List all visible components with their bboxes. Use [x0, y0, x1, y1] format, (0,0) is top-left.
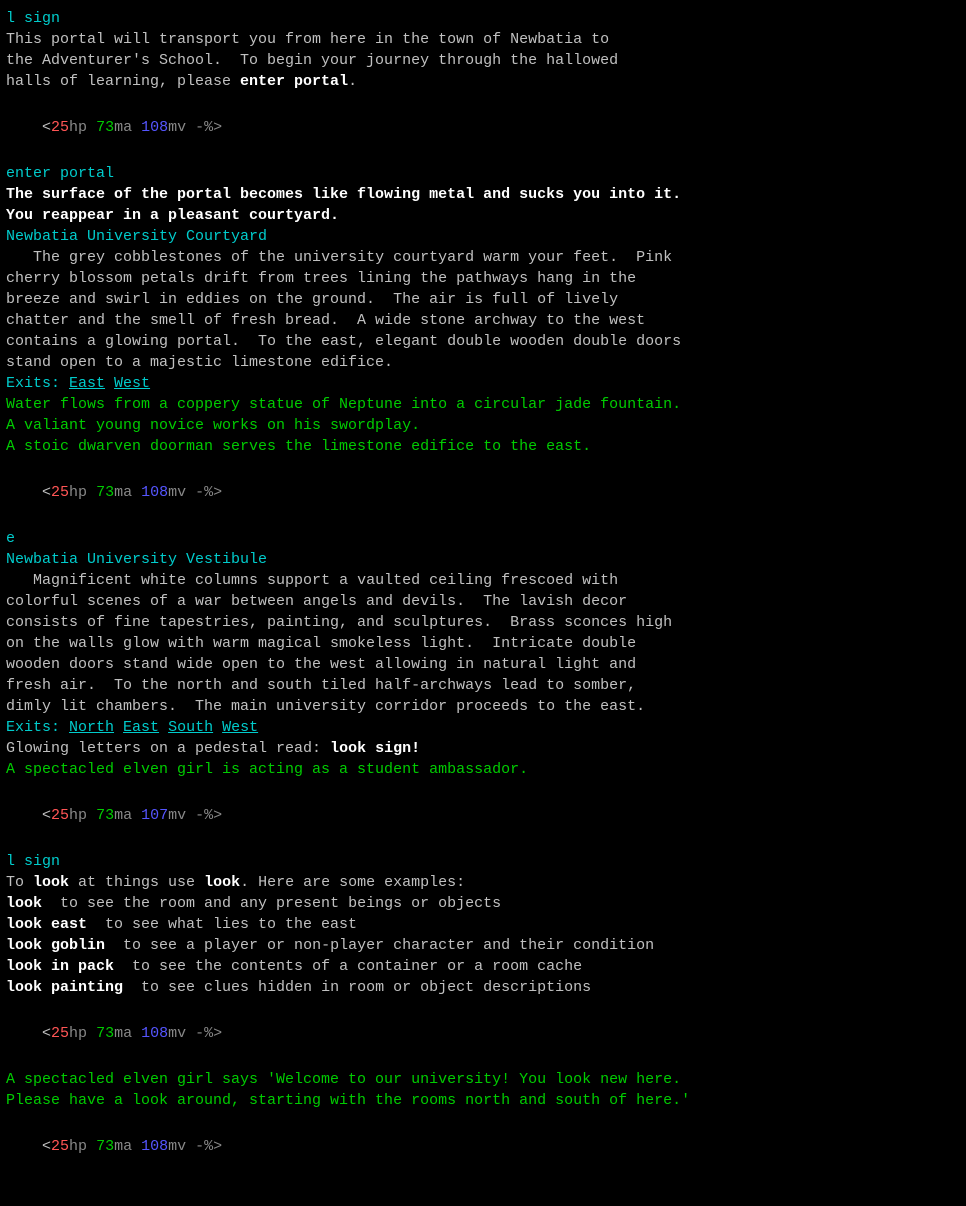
ma-label-5: ma [114, 1138, 141, 1155]
mv-label: mv -%> [168, 119, 222, 136]
look-keyword-1: look [33, 874, 69, 891]
prompt-1: <25hp 73ma 108mv -%> [6, 96, 960, 159]
command-l-sign: l sign [6, 8, 960, 29]
block-5: A spectacled elven girl says 'Welcome to… [6, 1069, 960, 1111]
exits-label: Exits: [6, 375, 69, 392]
look-example-look: look to see the room and any present bei… [6, 893, 960, 914]
portal-effect-2: You reappear in a pleasant courtyard. [6, 205, 960, 226]
exit-west-vestibule[interactable]: West [222, 719, 258, 736]
elven-girl-speech-2: Please have a look around, starting with… [6, 1090, 960, 1111]
exits-courtyard: Exits: East West [6, 373, 960, 394]
exit-south-vestibule[interactable]: South [168, 719, 213, 736]
desc-vestibule-3: consists of fine tapestries, painting, a… [6, 612, 960, 633]
sign-line: Glowing letters on a pedestal read: look… [6, 738, 960, 759]
mv-value: 108 [141, 119, 168, 136]
ma-value: 73 [96, 119, 114, 136]
desc-courtyard-6: stand open to a majestic limestone edifi… [6, 352, 960, 373]
look-example-pack: look in pack to see the contents of a co… [6, 956, 960, 977]
desc-fountain: Water flows from a coppery statue of Nep… [6, 394, 960, 415]
desc-vestibule-4: on the walls glow with warm magical smok… [6, 633, 960, 654]
exit-east-vestibule[interactable]: East [123, 719, 159, 736]
desc-vestibule-2: colorful scenes of a war between angels … [6, 591, 960, 612]
exit-north-vestibule[interactable]: North [69, 719, 114, 736]
ma-label-2: ma [114, 484, 141, 501]
mv-value-3: 107 [141, 807, 168, 824]
desc-doorman: A stoic dwarven doorman serves the limes… [6, 436, 960, 457]
mv-value-4: 108 [141, 1025, 168, 1042]
exits-label-v: Exits: [6, 719, 69, 736]
command-l-sign-2: l sign [6, 851, 960, 872]
look-cmd-3: look goblin [6, 937, 105, 954]
block-2: enter portal The surface of the portal b… [6, 163, 960, 457]
hp-value-5: 25 [51, 1138, 69, 1155]
block-3: e Newbatia University Vestibule Magnific… [6, 528, 960, 780]
look-help-intro: To look at things use look. Here are som… [6, 872, 960, 893]
hp-label: hp [69, 119, 96, 136]
prompt-3: <25hp 73ma 107mv -%> [6, 784, 960, 847]
ma-label: ma [114, 119, 141, 136]
command-e: e [6, 528, 960, 549]
hp-value-2: 25 [51, 484, 69, 501]
hp-label-4: hp [69, 1025, 96, 1042]
desc-courtyard-3: breeze and swirl in eddies on the ground… [6, 289, 960, 310]
desc-courtyard-4: chatter and the smell of fresh bread. A … [6, 310, 960, 331]
ma-value-4: 73 [96, 1025, 114, 1042]
hp-label-3: hp [69, 807, 96, 824]
desc-vestibule-6: fresh air. To the north and south tiled … [6, 675, 960, 696]
hp-label-5: hp [69, 1138, 96, 1155]
sign-command: look sign! [330, 740, 420, 757]
mv-value-2: 108 [141, 484, 168, 501]
hp-value-3: 25 [51, 807, 69, 824]
desc-vestibule-1: Magnificent white columns support a vaul… [6, 570, 960, 591]
prompt-4: <25hp 73ma 108mv -%> [6, 1002, 960, 1065]
look-cmd-4: look in pack [6, 958, 114, 975]
terminal-output: l sign This portal will transport you fr… [6, 8, 960, 1178]
ma-label-4: ma [114, 1025, 141, 1042]
desc-vestibule-7: dimly lit chambers. The main university … [6, 696, 960, 717]
ma-value-3: 73 [96, 807, 114, 824]
look-cmd-1: look [6, 895, 42, 912]
enter-portal-text: enter portal [240, 73, 348, 90]
desc-vestibule-5: wooden doors stand wide open to the west… [6, 654, 960, 675]
desc-courtyard-5: contains a glowing portal. To the east, … [6, 331, 960, 352]
ma-value-2: 73 [96, 484, 114, 501]
look-example-east: look east to see what lies to the east [6, 914, 960, 935]
command-enter-portal: enter portal [6, 163, 960, 184]
hp-label-2: hp [69, 484, 96, 501]
look-example-goblin: look goblin to see a player or non-playe… [6, 935, 960, 956]
block-1: l sign This portal will transport you fr… [6, 8, 960, 92]
line-portal-2: the Adventurer's School. To begin your j… [6, 50, 960, 71]
exit-east-courtyard[interactable]: East [69, 375, 105, 392]
block-4: l sign To look at things use look. Here … [6, 851, 960, 998]
room-name-courtyard: Newbatia University Courtyard [6, 226, 960, 247]
desc-novice: A valiant young novice works on his swor… [6, 415, 960, 436]
line-portal-3: halls of learning, please enter portal. [6, 71, 960, 92]
mv-value-5: 108 [141, 1138, 168, 1155]
look-cmd-2: look east [6, 916, 87, 933]
desc-courtyard-2: cherry blossom petals drift from trees l… [6, 268, 960, 289]
exit-west-courtyard[interactable]: West [114, 375, 150, 392]
ma-value-5: 73 [96, 1138, 114, 1155]
mv-label-3: mv -%> [168, 807, 222, 824]
look-keyword-2: look [204, 874, 240, 891]
line-portal-1: This portal will transport you from here… [6, 29, 960, 50]
mv-label-4: mv -%> [168, 1025, 222, 1042]
prompt-5: <25hp 73ma 108mv -%> [6, 1115, 960, 1178]
mv-label-5: mv -%> [168, 1138, 222, 1155]
room-name-vestibule: Newbatia University Vestibule [6, 549, 960, 570]
look-example-painting: look painting to see clues hidden in roo… [6, 977, 960, 998]
prompt-2: <25hp 73ma 108mv -%> [6, 461, 960, 524]
elven-girl-speech-1: A spectacled elven girl says 'Welcome to… [6, 1069, 960, 1090]
desc-elven-girl: A spectacled elven girl is acting as a s… [6, 759, 960, 780]
mv-label-2: mv -%> [168, 484, 222, 501]
exits-vestibule: Exits: North East South West [6, 717, 960, 738]
portal-effect-1: The surface of the portal becomes like f… [6, 184, 960, 205]
look-cmd-5: look painting [6, 979, 123, 996]
ma-label-3: ma [114, 807, 141, 824]
hp-value-4: 25 [51, 1025, 69, 1042]
desc-courtyard-1: The grey cobblestones of the university … [6, 247, 960, 268]
hp-value: 25 [51, 119, 69, 136]
